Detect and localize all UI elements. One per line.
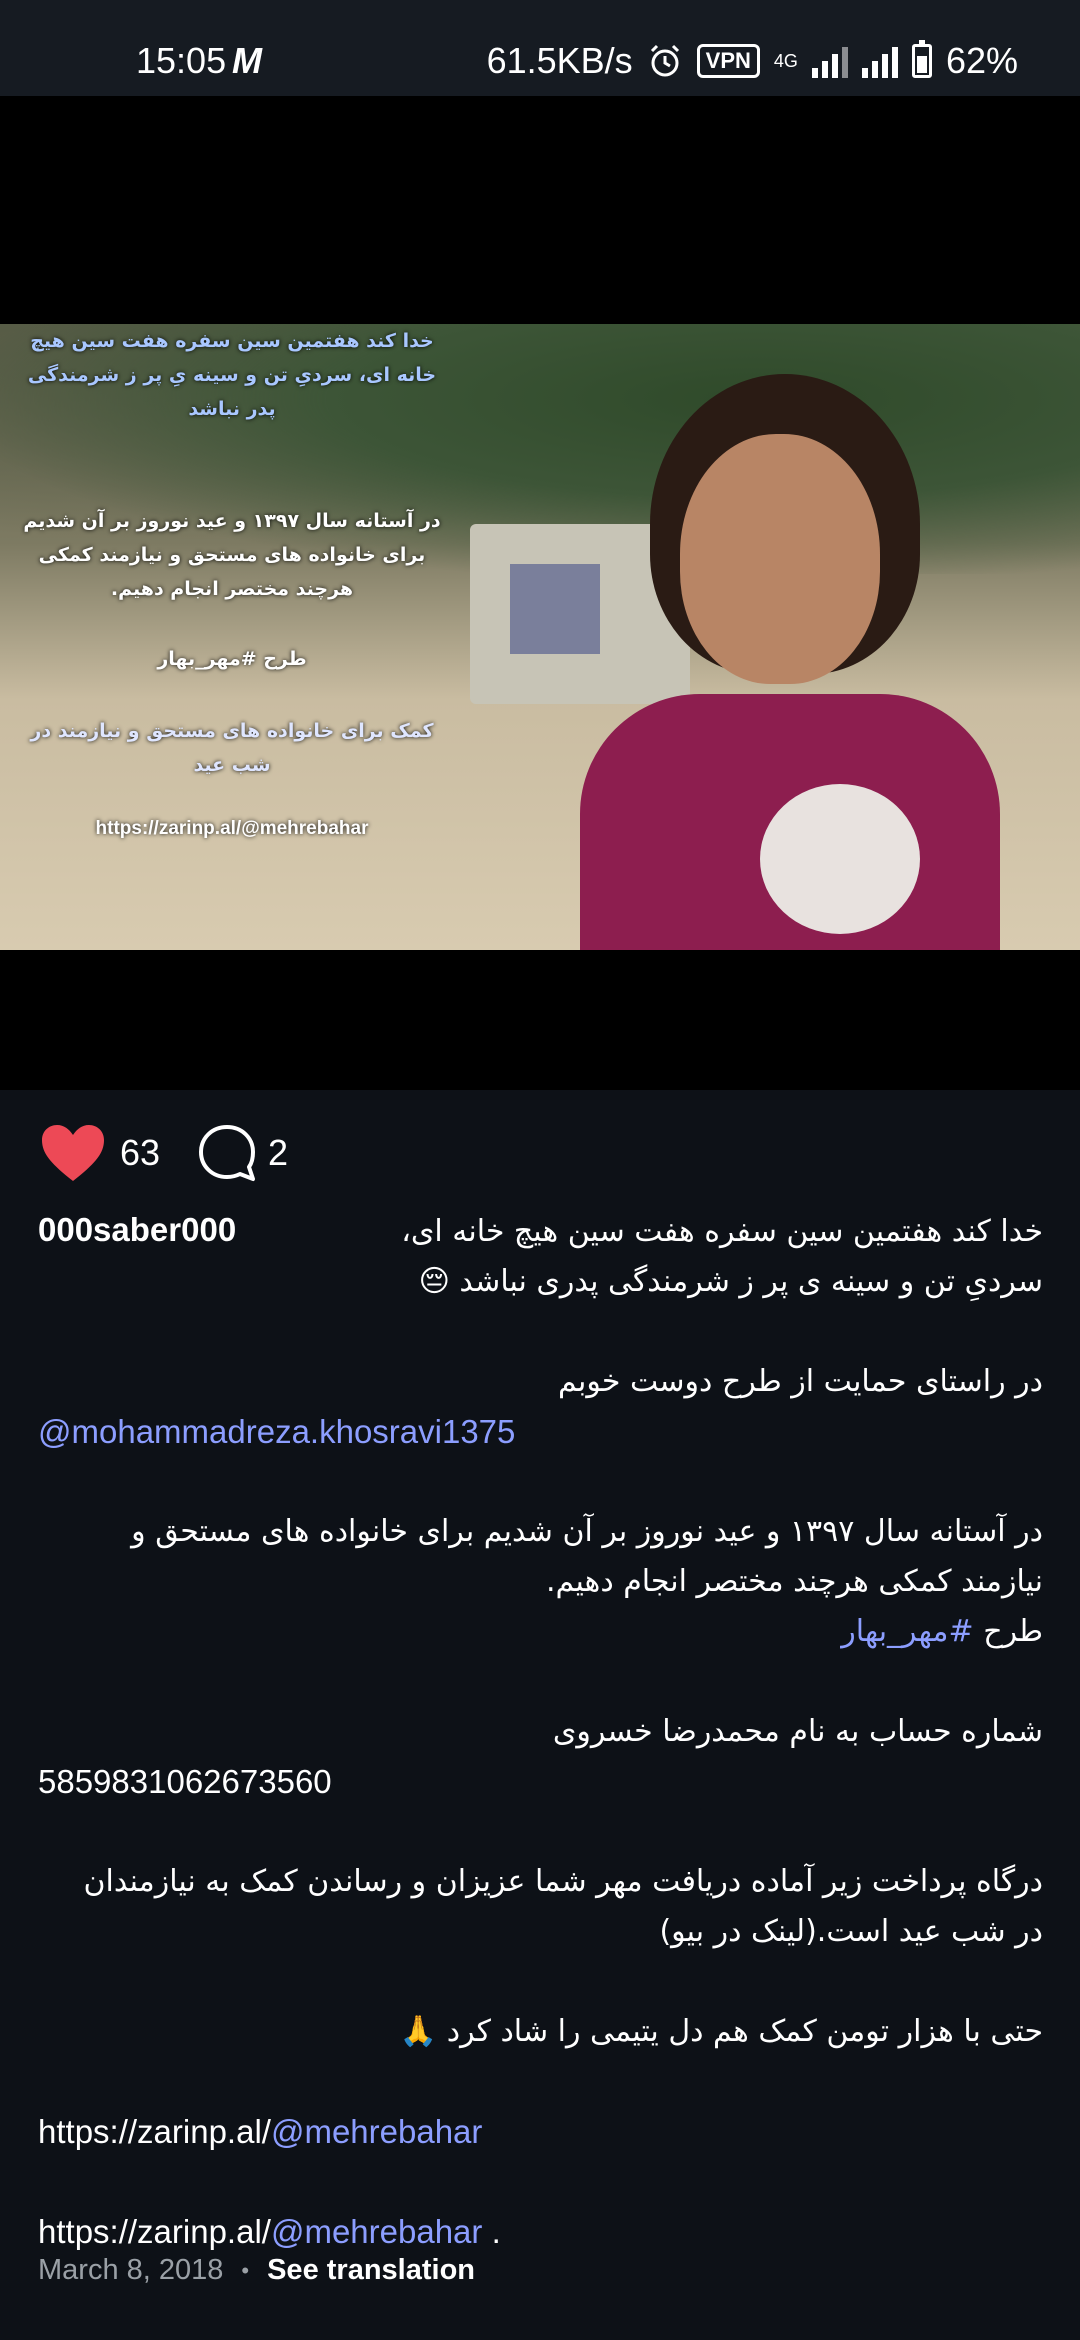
separator-dot: • xyxy=(241,2257,250,2283)
plan-label: طرح xyxy=(983,1614,1043,1649)
network-type: 4G xyxy=(773,50,798,71)
status-bar: 15:05 M 61.5KB/s VPN 4G 62% xyxy=(0,0,1080,96)
url-prefix: https://zarinp.al/ xyxy=(38,2113,271,2150)
post-caption: 000saber000 خدا کند هفتمین سین سفره هفت … xyxy=(38,1205,1043,2257)
caption-line: سردیِ تن و سینه ی پر ز شرمندگی پدری نباش… xyxy=(418,1264,1043,1299)
photo-text-line3: طرح #مهر_بهار xyxy=(157,648,307,670)
like-count[interactable]: 63 xyxy=(120,1132,160,1174)
see-translation-button[interactable]: See translation xyxy=(267,2254,475,2287)
url-handle-link[interactable]: @mehrebahar xyxy=(271,2213,482,2250)
net-speed: 61.5KB/s xyxy=(486,40,633,81)
status-indicators: 61.5KB/s VPN 4G 62% xyxy=(487,40,1018,82)
photo-text-url: https://zarinp.al/@mehrebahar xyxy=(95,818,369,839)
url-suffix: . xyxy=(482,2213,501,2250)
caption-line: طرح #مهر_بهار xyxy=(38,1607,1043,1657)
vpn-badge: VPN xyxy=(696,44,760,78)
post-photo[interactable]: خدا کند هفتمین سین سفره هفت سین هیچ خانه… xyxy=(0,324,1080,950)
carrier-icon: M xyxy=(232,40,262,81)
photo-text-line2: در آستانه سال ۱۳۹۷ و عید نوروز بر آن شدی… xyxy=(23,510,441,600)
signal-icon xyxy=(811,44,848,78)
caption-line: شماره حساب به نام محمدرضا خسروی xyxy=(552,1714,1043,1749)
url-line-1: https://zarinp.al/@mehrebahar xyxy=(38,2107,1043,2157)
heart-icon[interactable] xyxy=(40,1123,106,1183)
account-number: 5859831062673560 xyxy=(38,1763,332,1800)
caption-line: در آستانه سال ۱۳۹۷ و عید نوروز بر آن شدی… xyxy=(131,1514,1043,1549)
signal-icon-2 xyxy=(861,44,898,78)
post-meta: March 8, 2018 • See translation xyxy=(38,2254,475,2287)
hashtag-link[interactable]: #مهر_بهار xyxy=(841,1614,973,1649)
comment-count[interactable]: 2 xyxy=(268,1132,288,1174)
comment-icon[interactable] xyxy=(196,1122,258,1184)
url-handle-link[interactable]: @mehrebahar xyxy=(271,2113,482,2150)
post-media[interactable]: خدا کند هفتمین سین سفره هفت سین هیچ خانه… xyxy=(0,96,1080,1090)
caption-line: خدا کند هفتمین سین سفره هفت سین هیچ خانه… xyxy=(401,1214,1043,1249)
caption-line: در راستای حمایت از طرح دوست خوبم xyxy=(558,1364,1043,1399)
username[interactable]: 000saber000 xyxy=(38,1205,236,1255)
caption-line: در شب عید است.(لینک در بیو) xyxy=(659,1914,1043,1949)
status-time: 15:05 xyxy=(136,40,227,81)
caption-line: حتی با هزار تومن کمک هم دل یتیمی را شاد … xyxy=(399,2014,1043,2049)
child-figure xyxy=(560,364,1020,950)
post-actions: 63 2 xyxy=(40,1118,324,1188)
battery-level: 62% xyxy=(945,40,1018,81)
url-line-2: https://zarinp.al/@mehrebahar . xyxy=(38,2207,1043,2257)
post-date: March 8, 2018 xyxy=(38,2254,224,2286)
photo-text-line4: کمک برای خانواده های مستحق و نیازمند در … xyxy=(30,720,434,776)
battery-icon xyxy=(911,40,932,78)
alarm-icon xyxy=(650,44,679,77)
photo-text-line1: خدا کند هفتمین سین سفره هفت سین هیچ خانه… xyxy=(27,330,437,420)
caption-line: نیازمند کمکی هرچند مختصر انجام دهیم. xyxy=(545,1564,1043,1599)
caption-line: درگاه پرداخت زیر آماده دریافت مهر شما عز… xyxy=(83,1864,1043,1899)
mention-link[interactable]: @mohammadreza.khosravi1375 xyxy=(38,1407,1043,1457)
url-prefix: https://zarinp.al/ xyxy=(38,2213,271,2250)
